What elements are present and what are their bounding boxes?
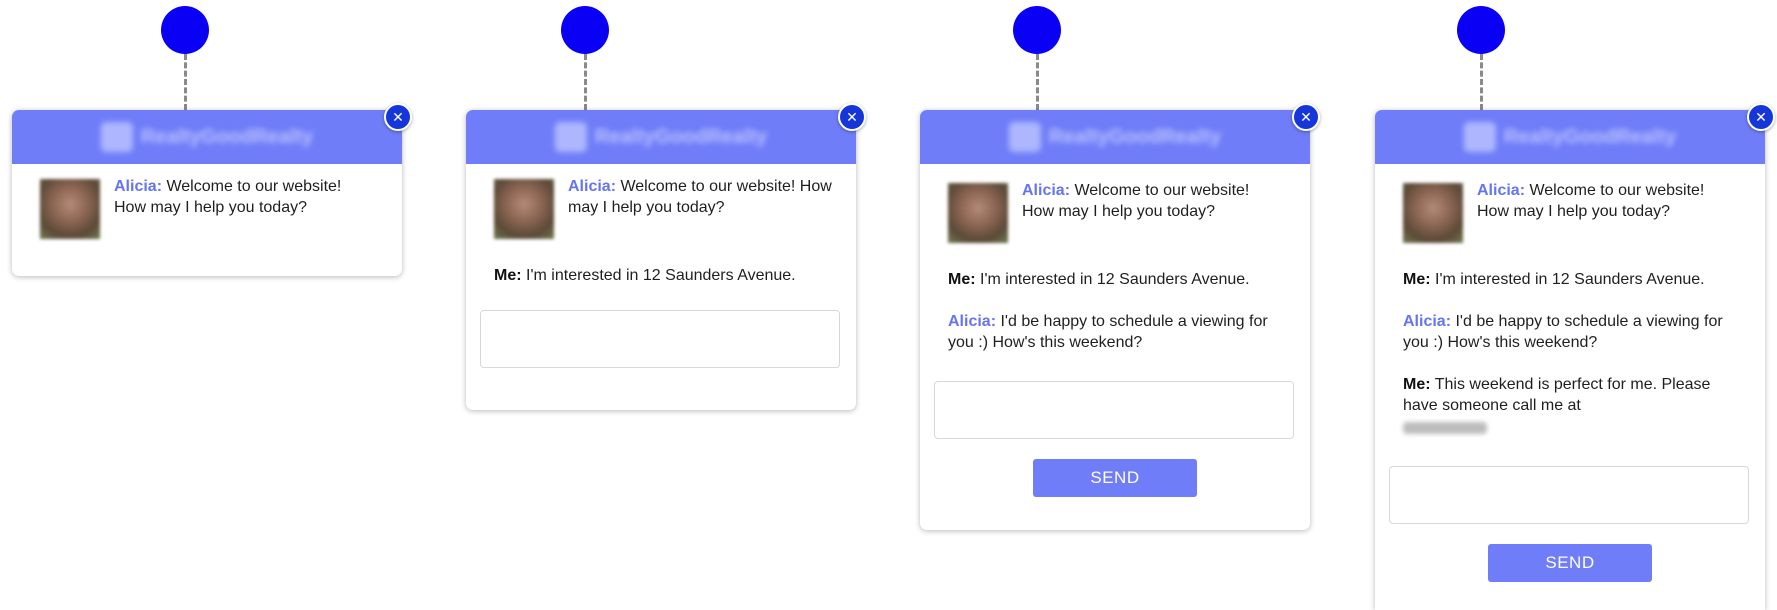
user-name: Me: xyxy=(948,271,976,288)
chat-body: Alicia: Welcome to our website! How may … xyxy=(1375,164,1765,582)
agent-avatar xyxy=(494,179,554,239)
logo-text: RealtyGoodRealty xyxy=(594,125,768,148)
agent-avatar xyxy=(1403,183,1463,243)
chat-body: Alicia: Welcome to our website! How may … xyxy=(920,164,1310,497)
agent-reply: Alicia: I'd be happy to schedule a viewi… xyxy=(948,311,1282,353)
chat-header: RealtyGoodRealty xyxy=(920,110,1310,164)
user-message-text: I'm interested in 12 Saunders Avenue. xyxy=(526,267,796,284)
logo-mark-icon xyxy=(554,122,587,152)
logo-mark-icon xyxy=(100,122,133,152)
step-marker-dot xyxy=(1457,6,1505,54)
agent-name: Alicia: xyxy=(1477,182,1526,199)
close-icon[interactable]: ✕ xyxy=(1292,103,1320,131)
agent-message-row: Alicia: Welcome to our website! How may … xyxy=(1403,180,1737,243)
step-connector xyxy=(1036,54,1039,110)
reply-input[interactable] xyxy=(480,310,840,368)
agent-message-row: Alicia: Welcome to our website! How may … xyxy=(948,180,1282,243)
agent-name: Alicia: xyxy=(568,178,617,195)
user-message-text: This weekend is perfect for me. Please h… xyxy=(1403,376,1711,414)
step-connector xyxy=(584,54,587,110)
logo-text: RealtyGoodRealty xyxy=(140,125,314,148)
agent-avatar xyxy=(948,183,1008,243)
logo-text: RealtyGoodRealty xyxy=(1503,125,1677,148)
agent-message: Alicia: Welcome to our website! How may … xyxy=(568,176,842,218)
agent-name: Alicia: xyxy=(948,313,997,330)
user-message-text: I'm interested in 12 Saunders Avenue. xyxy=(980,271,1250,288)
agent-message: Alicia: Welcome to our website! How may … xyxy=(114,176,374,218)
user-name: Me: xyxy=(1403,376,1431,393)
user-message: Me: I'm interested in 12 Saunders Avenue… xyxy=(494,265,842,286)
send-button[interactable]: SEND xyxy=(1488,544,1652,582)
user-name: Me: xyxy=(1403,271,1431,288)
user-name: Me: xyxy=(494,267,522,284)
agent-name: Alicia: xyxy=(1022,182,1071,199)
close-icon[interactable]: ✕ xyxy=(1747,103,1775,131)
close-icon[interactable]: ✕ xyxy=(384,103,412,131)
close-icon[interactable]: ✕ xyxy=(838,103,866,131)
logo-mark-icon xyxy=(1463,122,1496,152)
step-marker-dot xyxy=(561,6,609,54)
chat-widget: RealtyGoodRealty ✕ Alicia: Welcome to ou… xyxy=(920,103,1320,530)
brand-logo: RealtyGoodRealty xyxy=(1008,122,1222,152)
agent-reply-text: I'd be happy to schedule a viewing for y… xyxy=(948,313,1268,351)
chat-widget: RealtyGoodRealty ✕ Alicia: Welcome to ou… xyxy=(1375,103,1775,610)
agent-name: Alicia: xyxy=(1403,313,1452,330)
agent-avatar xyxy=(40,179,100,239)
step-marker-dot xyxy=(1013,6,1061,54)
chat-widget: RealtyGoodRealty ✕ Alicia: Welcome to ou… xyxy=(466,103,866,410)
user-message-text: I'm interested in 12 Saunders Avenue. xyxy=(1435,271,1705,288)
brand-logo: RealtyGoodRealty xyxy=(554,122,768,152)
user-message-2: Me: This weekend is perfect for me. Plea… xyxy=(1403,374,1737,440)
agent-reply: Alicia: I'd be happy to schedule a viewi… xyxy=(1403,311,1737,353)
agent-message: Alicia: Welcome to our website! How may … xyxy=(1022,180,1282,222)
reply-input[interactable] xyxy=(1389,466,1749,524)
chat-body: Alicia: Welcome to our website! How may … xyxy=(12,164,402,239)
agent-message: Alicia: Welcome to our website! How may … xyxy=(1477,180,1737,222)
user-message: Me: I'm interested in 12 Saunders Avenue… xyxy=(948,269,1282,290)
step-connector xyxy=(184,54,187,110)
user-message: Me: I'm interested in 12 Saunders Avenue… xyxy=(1403,269,1737,290)
logo-text: RealtyGoodRealty xyxy=(1048,125,1222,148)
step-marker-dot xyxy=(161,6,209,54)
brand-logo: RealtyGoodRealty xyxy=(100,122,314,152)
agent-reply-text: I'd be happy to schedule a viewing for y… xyxy=(1403,313,1723,351)
brand-logo: RealtyGoodRealty xyxy=(1463,122,1677,152)
send-button[interactable]: SEND xyxy=(1033,459,1197,497)
chat-widget: RealtyGoodRealty ✕ Alicia: Welcome to ou… xyxy=(12,103,412,276)
reply-input[interactable] xyxy=(934,381,1294,439)
agent-message-row: Alicia: Welcome to our website! How may … xyxy=(40,176,374,239)
logo-mark-icon xyxy=(1008,122,1041,152)
chat-header: RealtyGoodRealty xyxy=(466,110,856,164)
agent-message-row: Alicia: Welcome to our website! How may … xyxy=(494,176,842,239)
chat-header: RealtyGoodRealty xyxy=(12,110,402,164)
redacted-phone-number xyxy=(1403,422,1487,434)
agent-name: Alicia: xyxy=(114,178,163,195)
chat-body: Alicia: Welcome to our website! How may … xyxy=(466,164,856,368)
chat-header: RealtyGoodRealty xyxy=(1375,110,1765,164)
step-connector xyxy=(1480,54,1483,110)
